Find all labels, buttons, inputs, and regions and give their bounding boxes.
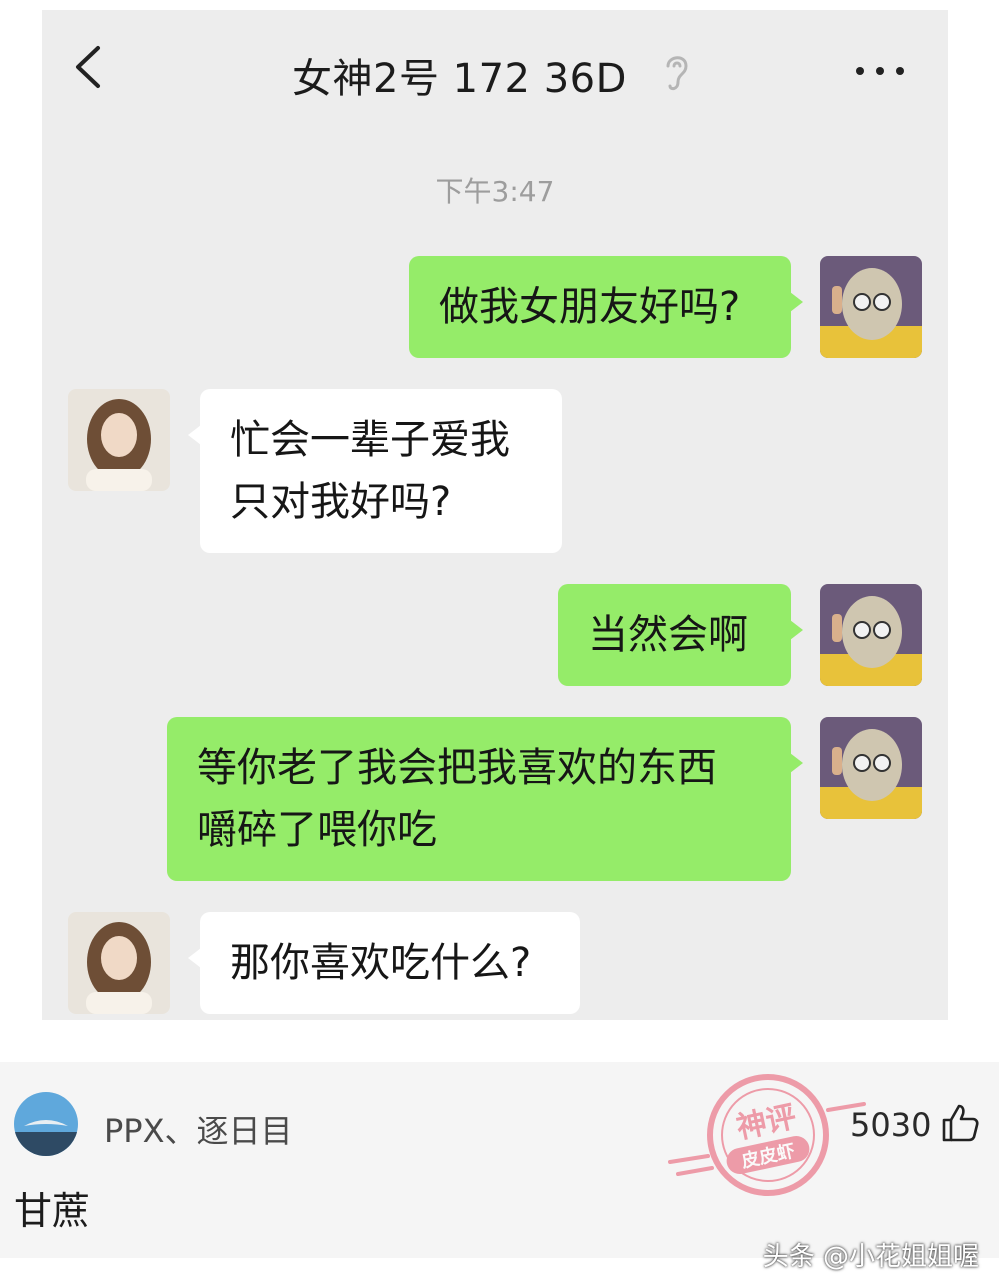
ear-icon (666, 56, 688, 91)
commenter-avatar[interactable] (14, 1092, 78, 1156)
comment-text: 甘蔗 (14, 1189, 91, 1233)
message-text: 当然会啊 (588, 612, 748, 658)
avatar-self[interactable] (820, 256, 922, 358)
hot-comment-stamp: 神评 皮皮虾 (668, 1074, 866, 1196)
chat-header: 女神2号 172 36D (42, 10, 948, 130)
chat-title: 女神2号 172 36D (292, 56, 627, 102)
chat-screenshot: 女神2号 172 36D 下午3:47 做我女朋友好吗? 忙会一辈子爱我 只对我… (42, 10, 948, 1020)
chevron-left-icon[interactable] (70, 42, 110, 92)
message-text: 做我女朋友好吗? (439, 284, 741, 330)
message-timestamp: 下午3:47 (435, 175, 555, 208)
message-text: 只对我好吗? (230, 479, 452, 525)
more-dots-icon[interactable] (852, 54, 908, 88)
avatar-contact[interactable] (68, 912, 170, 1014)
thumbs-up-icon[interactable] (940, 1102, 980, 1144)
message-text: 嚼碎了喂你吃 (197, 807, 437, 853)
message-bubble-received[interactable]: 忙会一辈子爱我 只对我好吗? (188, 389, 562, 553)
message-bubble-sent[interactable]: 等你老了我会把我喜欢的东西 嚼碎了喂你吃 (167, 717, 803, 881)
message-text: 那你喜欢吃什么? (230, 940, 532, 986)
watermark: 头条 @小花姐姐喔 (762, 1242, 979, 1272)
avatar-contact[interactable] (68, 389, 170, 491)
message-bubble-sent[interactable]: 当然会啊 (558, 584, 803, 686)
message-bubble-received[interactable]: 那你喜欢吃什么? (188, 912, 580, 1014)
message-text: 等你老了我会把我喜欢的东西 (197, 745, 717, 791)
avatar-self[interactable] (820, 717, 922, 819)
message-text: 忙会一辈子爱我 (230, 417, 510, 463)
message-bubble-sent[interactable]: 做我女朋友好吗? (409, 256, 803, 358)
commenter-username[interactable]: PPX、逐日目 (104, 1106, 293, 1152)
avatar-self[interactable] (820, 584, 922, 686)
